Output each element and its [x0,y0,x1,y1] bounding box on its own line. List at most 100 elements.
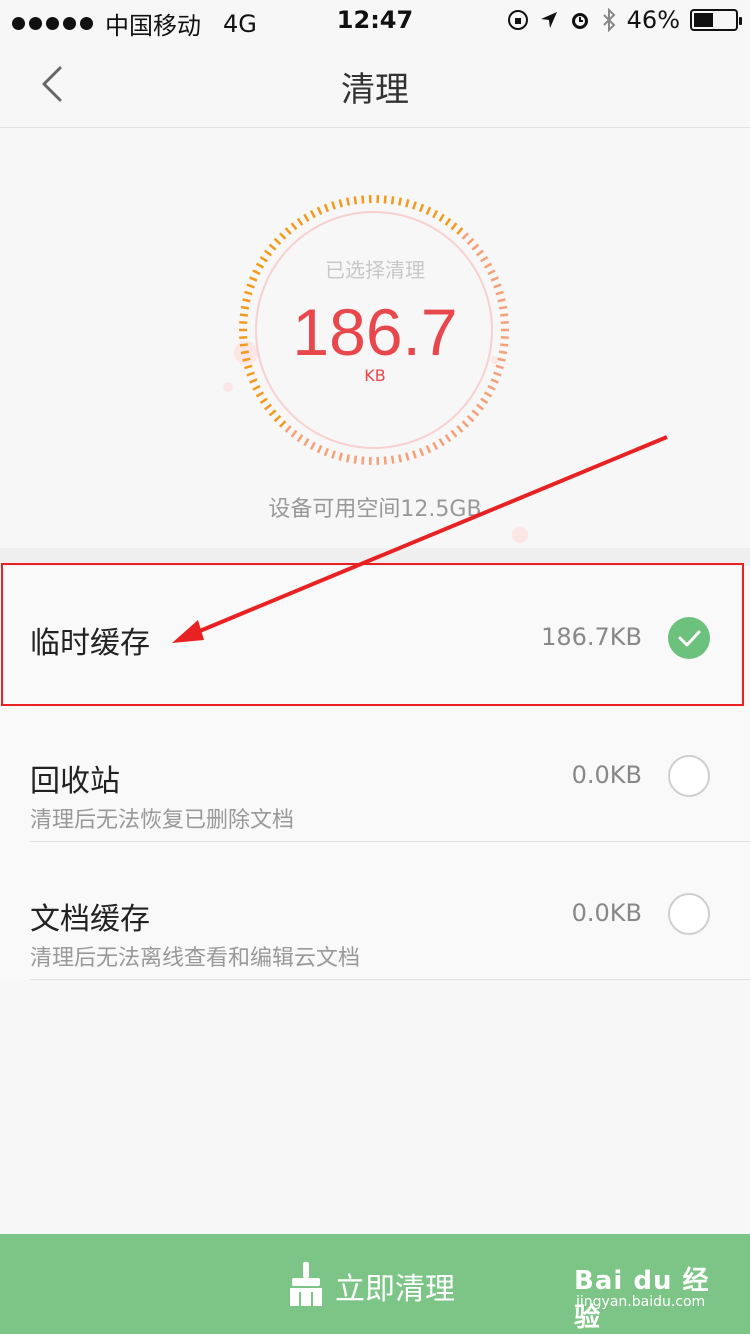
gauge-tick [418,447,425,457]
gauge-label: 已选择清理 [325,258,425,282]
item-title: 文档缓存 [30,902,150,937]
gauge-unit: KB [364,366,386,385]
gauge-tick [383,456,387,465]
bubble-decoration [512,527,528,543]
gauge-tick [397,197,403,206]
gauge-tick [456,425,464,433]
gauge-tick [444,434,452,443]
gauge-tick [390,196,395,205]
gauge-tick [252,384,261,391]
gauge-tick [255,391,265,398]
gauge-tick [353,455,358,464]
gauge-tick [246,283,255,289]
gauge-tick [466,237,475,246]
baidu-watermark: Bai du 经验 jingyan.baidu.com [574,1260,714,1333]
gauge-tick [331,201,336,210]
rotation-lock-icon [507,10,528,30]
list-item-recycle-bin[interactable]: 回收站 清理后无法恢复已删除文档 0.0KB [0,704,750,842]
nav-bar: 清理 [0,40,750,128]
gauge-tick [405,199,410,208]
gauge-tick [259,397,268,405]
gauge-tick [296,217,304,226]
gauge-tick [279,232,287,240]
gauge-tick [303,438,310,447]
gauge-tick [425,206,432,215]
gauge-tick [338,199,343,208]
gauge-tick [418,203,425,213]
gauge-tick [345,197,351,206]
gauge-tick [438,213,445,222]
gauge-tick [273,237,282,246]
gauge-tick [444,217,452,226]
gauge-tick [284,425,292,433]
item-size: 0.0KB [571,761,642,789]
battery-icon [690,9,742,31]
gauge-tick [361,195,365,204]
status-right: 46% [507,6,742,34]
status-bar: 中国移动 4G 12:47 46% [0,0,750,40]
free-space-text: 设备可用空间12.5GB [268,497,482,522]
gauge-tick [383,195,387,204]
checkbox-unchecked-icon[interactable] [668,755,710,797]
item-title: 回收站 [30,764,120,799]
gauge-area: 已选择清理 186.7 KB 设备可用空间12.5GB [0,129,750,547]
gauge-tick [296,434,304,443]
gauge-tick [331,450,336,459]
gauge-tick [309,210,316,219]
gauge-tick [476,403,484,411]
gauge-tick [438,438,445,447]
checkbox-unchecked-icon[interactable] [668,893,710,935]
gauge-tick [405,452,410,461]
location-arrow-icon [540,12,557,28]
gauge-tick [264,403,272,411]
gauge-tick [290,429,298,438]
item-subtitle: 清理后无法离线查看和编辑云文档 [30,946,361,971]
list-item-doc-cache[interactable]: 文档缓存 清理后无法离线查看和编辑云文档 0.0KB [0,842,750,980]
gauge-tick [450,222,458,231]
gauge-tick [466,414,475,423]
gauge-tick [432,210,439,219]
gauge-tick [284,227,292,235]
bluetooth-icon [602,8,616,32]
gauge-tick [487,384,496,391]
gauge-tick [425,445,432,454]
gauge-tick [412,201,417,210]
gauge-tick [268,243,277,251]
gauge-tick [456,227,464,235]
annotation-box [1,563,744,706]
divider [30,979,750,980]
gauge-tick [390,455,395,464]
gauge-tick [323,203,330,213]
gauge-tick [361,456,365,465]
gauge-tick [338,452,343,461]
clean-now-label: 立即清理 [335,1272,455,1307]
gauge-tick [345,454,351,463]
gauge-tick [279,420,287,428]
gauge-tick [303,213,310,222]
gauge-tick [483,391,493,398]
gauge-tick [273,414,282,423]
gauge-tick [353,196,358,205]
gauge-tick [493,283,502,289]
watermark-url: jingyan.baidu.com [576,1294,706,1310]
alarm-icon [571,13,588,29]
gauge-tick [450,429,458,438]
gauge-tick [309,441,316,450]
gauge-tick [316,206,323,215]
gauge-tick [397,454,403,463]
gauge-tick [461,232,469,240]
item-size: 0.0KB [571,899,642,927]
gauge-tick [290,222,298,231]
gauge-value: 186.7 [292,295,458,369]
gauge-tick [461,420,469,428]
broom-icon [290,1262,322,1306]
battery-percent: 46% [626,6,680,34]
page-title: 清理 [341,70,409,110]
gauge-tick [316,445,323,454]
gauge-tick [412,450,417,459]
gauge-tick [323,447,330,457]
gauge-tick [471,243,480,251]
item-subtitle: 清理后无法恢复已删除文档 [30,808,295,833]
gauge-tick [480,397,489,405]
gauge-tick [432,441,439,450]
